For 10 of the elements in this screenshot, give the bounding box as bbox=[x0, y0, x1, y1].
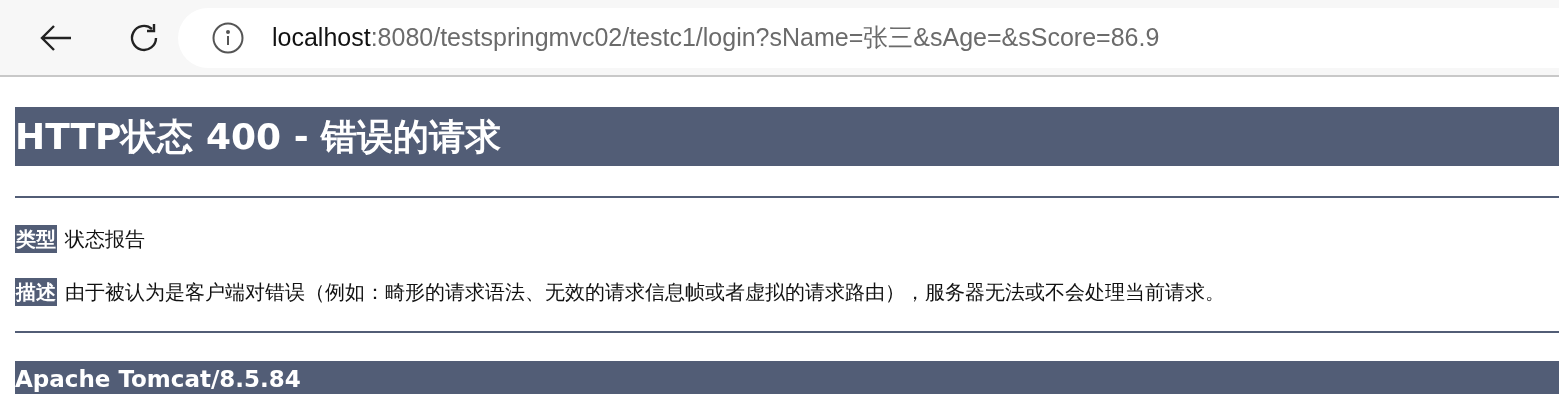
address-bar[interactable]: localhost:8080/testspringmvc02/testc1/login?sName=张三&sAge=&sScore=86.9 bbox=[178, 7, 1559, 68]
field-value: 由于被认为是客户端对错误（例如：畸形的请求语法、无效的请求信息帧或者虚拟的请求路由），服务器无法或不会处理当前请求。 bbox=[65, 278, 1225, 306]
url-text: localhost:8080/testspringmvc02/testc1/login?sName=张三&sAge=&sScore=86.9 bbox=[272, 22, 1160, 53]
field-value: 状态报告 bbox=[65, 225, 145, 253]
error-heading: HTTP状态 400 - 错误的请求 bbox=[15, 107, 1559, 166]
info-icon bbox=[212, 21, 244, 54]
back-arrow-icon bbox=[39, 22, 73, 53]
field-label: 类型 bbox=[15, 225, 57, 253]
server-version: Apache Tomcat/8.5.84 bbox=[15, 361, 1559, 394]
field-label: 描述 bbox=[15, 278, 57, 306]
